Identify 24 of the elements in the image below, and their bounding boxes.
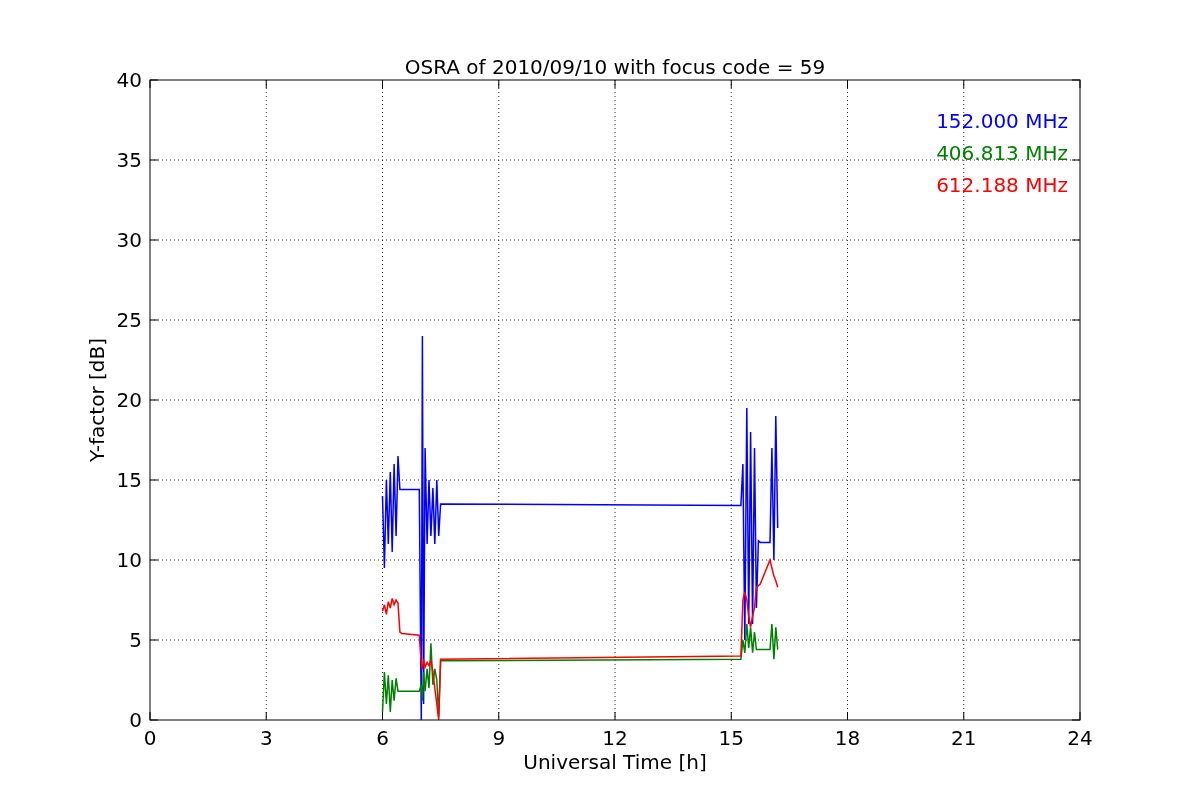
tick-label: 24	[1067, 726, 1093, 750]
axis-title: Universal Time [h]	[523, 750, 707, 774]
tick-label: 0	[129, 708, 142, 732]
tick-label: 10	[116, 548, 142, 572]
legend-label: 612.188 MHz	[936, 173, 1068, 197]
tick-label: 35	[116, 148, 142, 172]
tick-label: 9	[492, 726, 506, 750]
legend-label: 152.000 MHz	[936, 109, 1068, 133]
tick-label: 0	[143, 726, 157, 750]
tick-label: 25	[116, 308, 142, 332]
tick-label: 15	[116, 468, 142, 492]
chart-title: OSRA of 2010/09/10 with focus code = 59	[404, 55, 826, 79]
tick-label: 20	[116, 388, 142, 412]
tick-label: 40	[116, 68, 142, 92]
tick-label: 18	[834, 726, 861, 750]
tick-label: 6	[376, 726, 389, 750]
axis-title: Y-factor [dB]	[85, 338, 109, 462]
legend-label: 406.813 MHz	[936, 141, 1068, 165]
tick-label: 5	[129, 628, 142, 652]
tick-label: 15	[718, 726, 744, 750]
tick-label: 12	[602, 726, 628, 750]
tick-label: 30	[116, 228, 142, 252]
tick-label: 3	[259, 726, 273, 750]
tick-label: 21	[951, 726, 977, 750]
